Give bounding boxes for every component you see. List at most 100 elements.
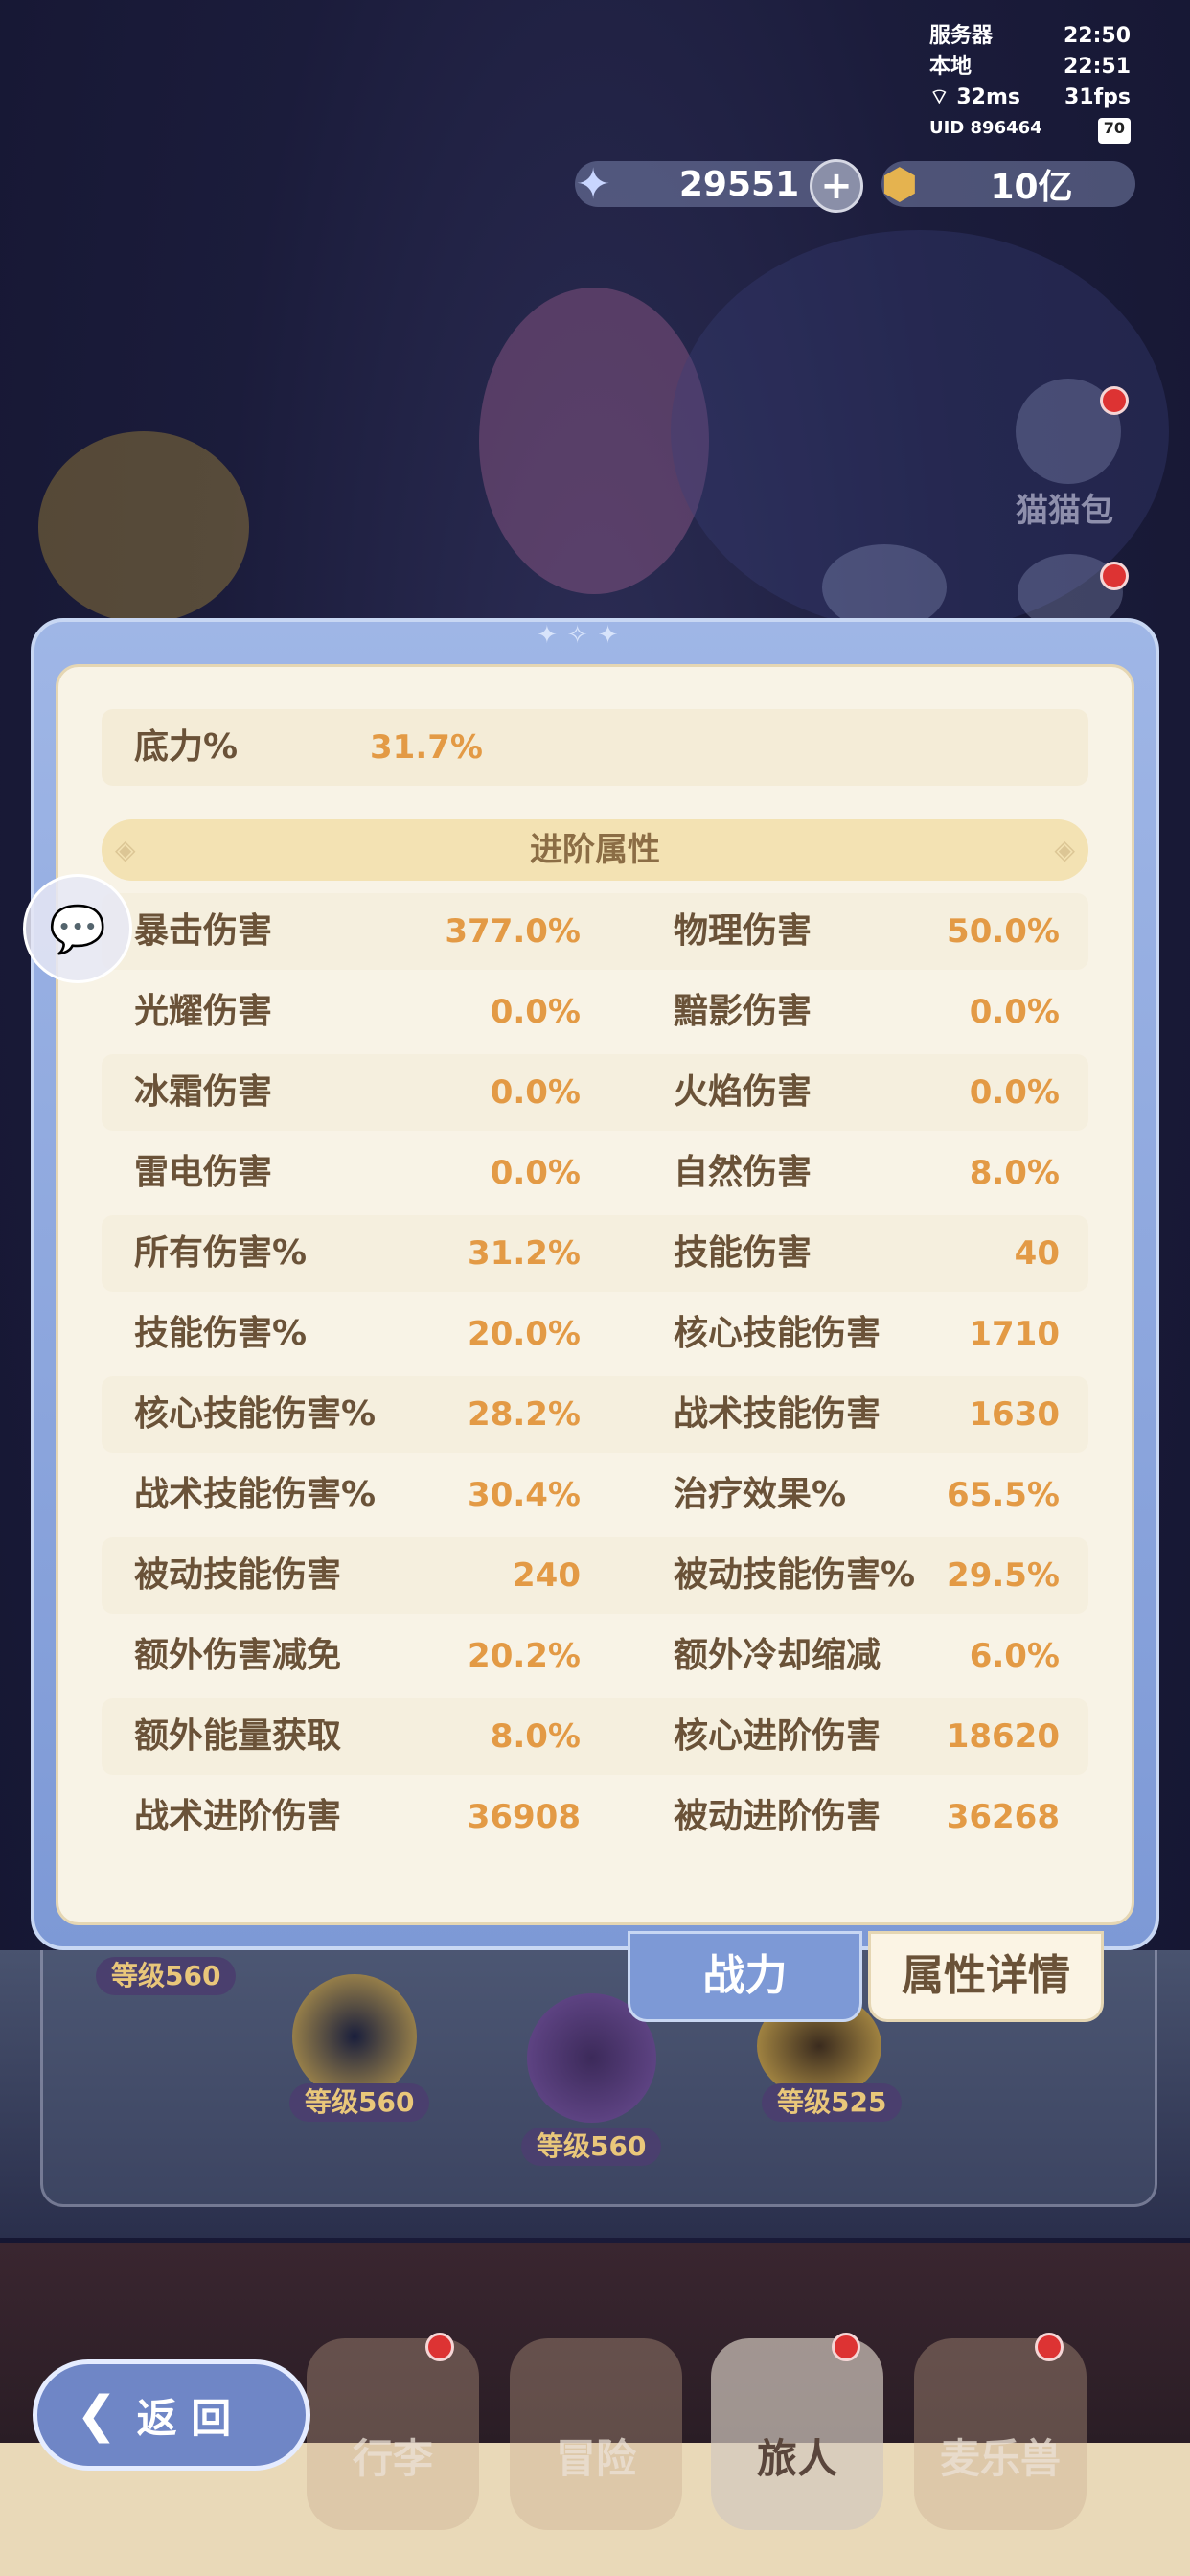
attribute-label: 底力%	[134, 727, 239, 767]
level-badge: 等级560	[96, 1957, 237, 1995]
background-weapon	[38, 431, 249, 623]
nav-label: 旅人	[756, 2435, 837, 2482]
attribute-row: 被动技能伤害 240 被动技能伤害% 29.5%	[102, 1537, 1088, 1614]
attribute-label: 核心技能伤害%	[134, 1394, 377, 1434]
attribute-row: 额外伤害减免 20.2% 额外冷却缩减 6.0%	[102, 1618, 1088, 1694]
attribute-value: 65.5%	[947, 1476, 1060, 1514]
diamond-ornament-icon: ◈	[115, 834, 136, 865]
status-panel: 服务器 22:50 本地 22:51 ⌔ 32ms 31fps UID 896464 7…	[929, 21, 1131, 144]
battery-indicator: 70	[1097, 118, 1131, 144]
attribute-label: 黯影伤害	[674, 992, 812, 1031]
attribute-label: 战术进阶伤害	[134, 1797, 342, 1836]
diamond-ornament-icon: ◈	[1054, 834, 1075, 865]
ping-readout: ⌔ 32ms	[929, 82, 1020, 113]
gold-coin-icon: ⬢	[881, 159, 919, 209]
attribute-value: 40	[1014, 1234, 1060, 1273]
attribute-value: 31.2%	[468, 1234, 581, 1273]
uid-label: UID 896464	[929, 118, 1042, 138]
local-label: 本地	[929, 55, 973, 79]
attribute-label: 技能伤害	[674, 1233, 812, 1273]
attribute-label: 所有伤害%	[134, 1233, 308, 1273]
attribute-label: 核心技能伤害	[674, 1314, 881, 1353]
attribute-value: 29.5%	[947, 1556, 1060, 1595]
panel-ornament: ✦✧✦	[537, 621, 629, 650]
attribute-label: 战术技能伤害%	[134, 1475, 377, 1514]
attribute-value: 36268	[946, 1798, 1060, 1836]
gem-currency-bar: ✦ 29551 +	[575, 159, 863, 213]
notification-dot	[832, 2333, 860, 2361]
attribute-value: 20.2%	[468, 1637, 581, 1675]
level-badge: 等级560	[521, 2128, 662, 2166]
attribute-value: 1630	[969, 1395, 1060, 1434]
attribute-value: 240	[513, 1556, 581, 1595]
chat-bubble-icon: 💬	[49, 902, 106, 956]
attribute-label: 雷电伤害	[134, 1153, 273, 1192]
gold-amount: 10亿	[990, 168, 1073, 207]
notification-dot	[1035, 2333, 1064, 2361]
attribute-value: 8.0%	[969, 1154, 1060, 1192]
attribute-value: 20.0%	[468, 1315, 581, 1353]
server-time: 22:50	[1063, 24, 1131, 48]
attribute-row: 战术进阶伤害 36908 被动进阶伤害 36268	[102, 1779, 1088, 1855]
section-title: 进阶属性	[530, 831, 660, 869]
server-label: 服务器	[929, 24, 994, 48]
level-badge: 等级560	[289, 2083, 430, 2122]
game-screen: 服务器 22:50 本地 22:51 ⌔ 32ms 31fps UID 896464 7…	[0, 0, 1190, 2576]
notification-dot	[1100, 386, 1129, 415]
attribute-value: 18620	[946, 1717, 1060, 1756]
nav-label: 行李	[352, 2435, 433, 2482]
level-badge: 等级525	[762, 2083, 903, 2122]
attribute-label: 额外冷却缩减	[674, 1636, 881, 1675]
attribute-label: 核心进阶伤害	[674, 1716, 881, 1756]
attribute-value: 36908	[467, 1798, 581, 1836]
back-arrow-icon: ❮	[76, 2386, 118, 2444]
attribute-value: 1710	[969, 1315, 1060, 1353]
attribute-value: 28.2%	[468, 1395, 581, 1434]
attribute-row: 额外能量获取 8.0% 核心进阶伤害 18620	[102, 1698, 1088, 1775]
ping-value: 32ms	[956, 85, 1020, 109]
attribute-value: 30.4%	[468, 1476, 581, 1514]
attribute-value: 0.0%	[969, 1073, 1060, 1112]
attribute-label: 额外伤害减免	[134, 1636, 342, 1675]
attribute-label: 自然伤害	[674, 1153, 812, 1192]
basic-attribute-row: 底力% 31.7%	[102, 709, 1088, 786]
attribute-label: 技能伤害%	[134, 1314, 308, 1353]
star-gem-icon: ✦	[575, 159, 611, 209]
attribute-label: 额外能量获取	[134, 1716, 342, 1756]
attribute-label: 光耀伤害	[134, 992, 273, 1031]
attribute-value: 0.0%	[490, 1154, 581, 1192]
notification-dot	[425, 2333, 454, 2361]
attribute-row: 暴击伤害 377.0% 物理伤害 50.0%	[102, 893, 1088, 970]
skill-orb[interactable]	[292, 1974, 417, 2099]
attribute-value: 50.0%	[947, 912, 1060, 951]
attribute-row: 战术技能伤害% 30.4% 治疗效果% 65.5%	[102, 1457, 1088, 1533]
attribute-row: 核心技能伤害% 28.2% 战术技能伤害 1630	[102, 1376, 1088, 1453]
attribute-label: 被动进阶伤害	[674, 1797, 881, 1836]
chat-button[interactable]: 💬	[23, 874, 132, 983]
attribute-row: 所有伤害% 31.2% 技能伤害 40	[102, 1215, 1088, 1292]
local-time: 22:51	[1063, 55, 1131, 79]
attribute-label: 被动技能伤害	[134, 1555, 342, 1595]
attribute-value: 6.0%	[969, 1637, 1060, 1675]
add-gems-button[interactable]: +	[810, 159, 863, 213]
attribute-row: 光耀伤害 0.0% 黯影伤害 0.0%	[102, 974, 1088, 1050]
notification-dot	[1100, 562, 1129, 590]
tab-power[interactable]: 战力	[628, 1931, 862, 2022]
attribute-label: 战术技能伤害	[674, 1394, 881, 1434]
wifi-icon: ⌔	[929, 85, 950, 109]
attribute-label: 物理伤害	[674, 911, 812, 951]
fps-readout: 31fps	[1064, 85, 1131, 109]
back-button[interactable]: ❮ 返 回	[33, 2359, 310, 2471]
attribute-value: 377.0%	[445, 912, 581, 951]
gold-currency-bar: ⬢ 10亿	[881, 160, 1135, 209]
attribute-label: 暴击伤害	[134, 911, 273, 951]
attribute-row: 技能伤害% 20.0% 核心技能伤害 1710	[102, 1296, 1088, 1372]
back-label: 返 回	[136, 2394, 232, 2442]
attribute-value: 31.7%	[370, 728, 483, 767]
attribute-label: 治疗效果%	[674, 1475, 847, 1514]
nav-label: 冒险	[555, 2435, 636, 2482]
attribute-row: 雷电伤害 0.0% 自然伤害 8.0%	[102, 1135, 1088, 1211]
cat-bag-label: 猫猫包	[1016, 492, 1113, 530]
nav-label: 麦乐兽	[939, 2435, 1061, 2482]
tab-attribute-details[interactable]: 属性详情	[868, 1931, 1104, 2022]
